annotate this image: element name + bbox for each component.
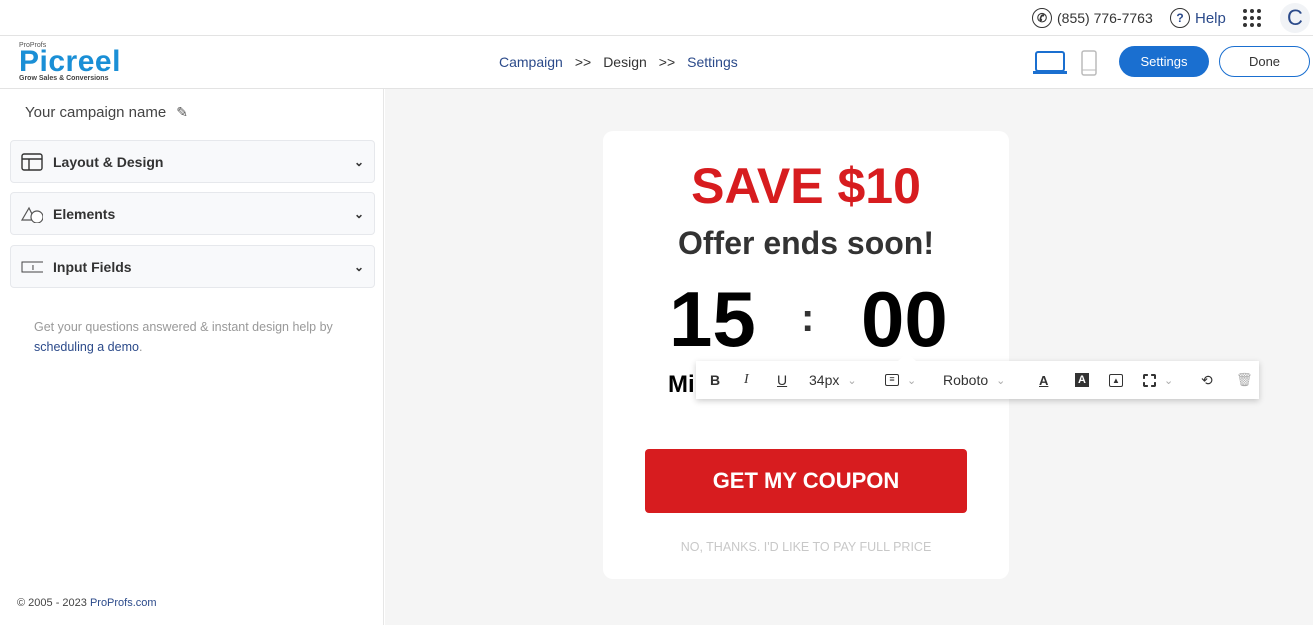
help-text-end: . — [138, 340, 143, 354]
countdown-minutes[interactable]: 15 — [669, 274, 756, 365]
popup-preview: SAVE $10 Offer ends soon! 15 : 00 Mi GET… — [603, 131, 1009, 579]
highlight-color-icon[interactable]: A — [1075, 373, 1089, 387]
reset-icon[interactable]: ⟲ — [1201, 372, 1213, 389]
chevron-down-icon: ⌄ — [907, 374, 917, 387]
chevron-down-icon: ⌄ — [1164, 374, 1174, 387]
accordion-label: Input Fields — [53, 258, 132, 275]
settings-button[interactable]: Settings — [1119, 46, 1209, 77]
phone-contact[interactable]: ✆ (855) 776-7763 — [1032, 8, 1153, 28]
chevron-down-icon: ⌄ — [353, 154, 364, 169]
countdown-seconds[interactable]: 00 — [861, 274, 948, 365]
logo-tagline: Grow Sales & Conversions — [19, 75, 109, 82]
accordion-elements[interactable]: Elements ⌄ — [10, 192, 375, 235]
phone-number: (855) 776-7763 — [1057, 10, 1153, 26]
campaign-name-text: Your campaign name — [25, 104, 167, 121]
decline-link[interactable]: NO, THANKS. I'D LIKE TO PAY FULL PRICE — [603, 540, 1009, 554]
design-canvas: SAVE $10 Offer ends soon! 15 : 00 Mi GET… — [385, 89, 1313, 625]
layout-icon — [21, 152, 43, 171]
get-coupon-button[interactable]: GET MY COUPON — [645, 449, 967, 513]
font-size-value: 34px — [809, 372, 840, 388]
top-bar: ✆ (855) 776-7763 ? Help C — [0, 0, 1313, 36]
padding-select[interactable]: ⌄ — [1143, 373, 1174, 387]
breadcrumb: Campaign >> Design >> Settings — [499, 54, 738, 70]
trash-icon[interactable]: 🗑 — [1236, 372, 1253, 388]
accordion-label: Elements — [53, 205, 116, 222]
breadcrumb-settings[interactable]: Settings — [687, 54, 738, 70]
font-family-select[interactable]: Roboto ⌄ — [943, 372, 1005, 388]
shapes-icon — [21, 205, 43, 223]
align-icon: ≡ — [885, 374, 899, 386]
help-text-body: Get your questions answered & instant de… — [34, 320, 333, 334]
italic-button[interactable]: I — [744, 372, 749, 388]
svg-text:I: I — [32, 265, 34, 272]
breadcrumb-separator: >> — [658, 54, 676, 70]
breadcrumb-separator: >> — [574, 54, 592, 70]
font-size-select[interactable]: 34px ⌄ — [809, 372, 857, 388]
question-icon: ? — [1170, 8, 1190, 28]
editor-header: ProProfs Picreel Grow Sales & Conversion… — [0, 36, 1313, 89]
breadcrumb-design: Design — [603, 54, 647, 70]
mobile-view-icon[interactable] — [1081, 50, 1097, 76]
text-color-icon[interactable]: A — [1039, 373, 1048, 388]
accordion-input-fields[interactable]: I Input Fields ⌄ — [10, 245, 375, 288]
pencil-icon[interactable]: ✎ — [176, 104, 188, 121]
image-icon[interactable]: ▲ — [1109, 373, 1123, 387]
input-field-icon: I — [21, 261, 43, 273]
phone-icon: ✆ — [1032, 8, 1052, 28]
apps-grid-icon[interactable] — [1243, 9, 1261, 27]
help-link[interactable]: ? Help — [1170, 8, 1226, 28]
popup-subheadline[interactable]: Offer ends soon! — [603, 225, 1009, 262]
countdown-separator: : — [801, 296, 815, 340]
font-family-value: Roboto — [943, 372, 989, 388]
footer: © 2005 - 2023 ProProfs.com — [17, 597, 157, 609]
countdown-minutes-label[interactable]: Mi — [668, 371, 695, 399]
fullscreen-icon — [1143, 373, 1156, 387]
done-button[interactable]: Done — [1219, 46, 1310, 77]
underline-button[interactable]: U — [777, 372, 787, 388]
schedule-demo-link[interactable]: scheduling a demo — [34, 340, 139, 354]
chevron-down-icon: ⌄ — [996, 374, 1006, 387]
logo-name: Picreel — [19, 45, 121, 78]
help-text: Get your questions answered & instant de… — [34, 317, 364, 357]
copyright: © 2005 - 2023 — [17, 597, 90, 609]
sidebar: Your campaign name ✎ Layout & Design ⌄ E… — [0, 89, 384, 625]
breadcrumb-campaign[interactable]: Campaign — [499, 54, 563, 70]
align-select[interactable]: ≡ ⌄ — [885, 374, 916, 387]
chevron-down-icon: ⌄ — [353, 259, 364, 274]
avatar[interactable]: C — [1280, 3, 1310, 33]
help-label: Help — [1195, 9, 1226, 27]
text-format-toolbar: B I U 34px ⌄ ≡ ⌄ Roboto ⌄ A A ▲ ⌄ ⟲ 🗑 — [696, 353, 1259, 399]
accordion-label: Layout & Design — [53, 153, 164, 170]
accordion-layout-design[interactable]: Layout & Design ⌄ — [10, 140, 375, 183]
chevron-down-icon: ⌄ — [353, 206, 364, 221]
popup-headline[interactable]: SAVE $10 — [603, 157, 1009, 215]
campaign-name[interactable]: Your campaign name ✎ — [25, 104, 188, 121]
desktop-view-icon[interactable] — [1033, 51, 1067, 75]
picreel-logo[interactable]: ProProfs Picreel Grow Sales & Conversion… — [19, 42, 121, 82]
bold-button[interactable]: B — [710, 372, 720, 388]
proprofs-link[interactable]: ProProfs.com — [90, 597, 157, 609]
chevron-down-icon: ⌄ — [847, 374, 857, 387]
